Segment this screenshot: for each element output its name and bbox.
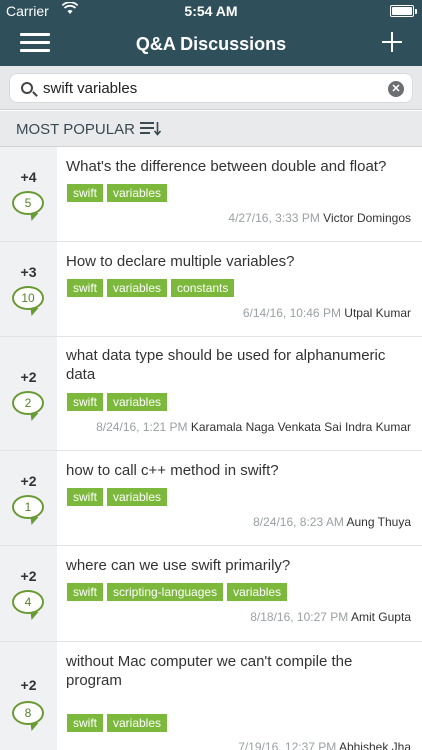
clock: 5:54 AM [184,3,238,19]
question-author[interactable]: Karamala Naga Venkata Sai Indra Kumar [191,420,411,434]
tag-list: swift scripting-languages variables [67,583,288,601]
question-row[interactable]: +2 1 how to call c++ method in swift? sw… [0,451,422,546]
search-query[interactable]: swift variables [43,80,137,97]
question-meta: 8/18/16, 10:27 PM Amit Gupta [250,610,411,624]
question-title[interactable]: What's the difference between double and… [66,157,410,176]
page-title: Q&A Discussions [135,34,287,54]
question-row[interactable]: +2 4 where can we use swift primarily? s… [0,546,422,642]
question-author[interactable]: Aung Thuya [347,515,412,529]
tag[interactable]: variables [107,279,168,297]
question-meta: 8/24/16, 8:23 AM Aung Thuya [253,515,411,529]
vote-column [0,642,57,750]
battery-icon [390,5,417,17]
tag-list: swift variables [67,488,168,506]
tag[interactable]: swift [67,184,103,202]
tag[interactable]: swift [67,714,103,732]
question-meta: 4/27/16, 3:33 PM Victor Domingos [228,211,411,225]
answer-count-bubble: 2 [12,391,44,415]
question-meta: 8/24/16, 1:21 PM Karamala Naga Venkata S… [96,420,411,434]
answer-count-bubble: 1 [12,495,44,519]
question-author[interactable]: Amit Gupta [351,610,411,624]
sort-label[interactable]: MOST POPULAR [16,121,135,138]
question-date: 7/19/16, 12:37 PM [238,740,337,750]
status-bar: Carrier 5:54 AM [0,0,422,22]
navigation-bar: Q&A Discussions [0,22,422,66]
question-title[interactable]: How to declare multiple variables? [66,252,410,271]
tag[interactable]: swift [67,393,103,411]
answer-count-bubble: 4 [12,590,44,614]
clear-search-icon[interactable]: ✕ [388,81,404,97]
vote-count: +2 [20,473,37,489]
question-date: 8/24/16, 8:23 AM [253,515,344,529]
question-date: 8/18/16, 10:27 PM [250,610,349,624]
question-title[interactable]: how to call c++ method in swift? [66,461,410,480]
vote-count: +3 [20,264,37,280]
search-icon [21,82,33,94]
question-row[interactable]: +3 10 How to declare multiple variables?… [0,242,422,337]
question-date: 8/24/16, 1:21 PM [96,420,188,434]
question-row[interactable]: +2 2 what data type should be used for a… [0,337,422,451]
question-title[interactable]: where can we use swift primarily? [66,556,410,575]
tag[interactable]: variables [107,488,168,506]
question-date: 4/27/16, 3:33 PM [228,211,320,225]
tag-list: swift variables [67,184,168,202]
tag-list: swift variables [67,393,168,411]
answer-count-bubble: 5 [12,191,44,215]
vote-count: +4 [20,169,37,185]
question-author[interactable]: Utpal Kumar [344,306,411,320]
tag[interactable]: variables [107,393,168,411]
tag[interactable]: variables [107,714,168,732]
question-title[interactable]: what data type should be used for alphan… [66,346,410,384]
question-row[interactable]: +4 5 What's the difference between doubl… [0,147,422,242]
question-date: 6/14/16, 10:46 PM [242,306,341,320]
vote-count: +2 [20,677,37,693]
question-row[interactable]: +2 8 without Mac computer we can't compi… [0,642,422,750]
add-question-icon[interactable] [382,32,402,52]
tag[interactable]: variables [227,583,288,601]
answer-count-bubble: 10 [12,286,44,310]
search-input[interactable]: swift variables ✕ [9,73,413,103]
tag[interactable]: swift [67,583,103,601]
question-meta: 6/14/16, 10:46 PM Utpal Kumar [243,306,411,320]
sort-bar[interactable]: MOST POPULAR [0,111,422,147]
question-title[interactable]: without Mac computer we can't compile th… [66,652,410,690]
question-author[interactable]: Abhishek Jha [339,740,411,750]
tag-list: swift variables [67,714,168,732]
vote-count: +2 [20,568,37,584]
tag[interactable]: variables [107,184,168,202]
vote-count: +2 [20,369,37,385]
sort-icon[interactable] [140,122,161,136]
search-bar: swift variables ✕ [0,66,422,110]
question-meta: 7/19/16, 12:37 PM Abhishek Jha [238,740,411,750]
question-author[interactable]: Victor Domingos [323,211,411,225]
tag[interactable]: swift [67,279,103,297]
tag[interactable]: scripting-languages [107,583,224,601]
tag[interactable]: swift [67,488,103,506]
tag[interactable]: constants [171,279,235,297]
tag-list: swift variables constants [67,279,235,297]
answer-count-bubble: 8 [12,701,44,725]
